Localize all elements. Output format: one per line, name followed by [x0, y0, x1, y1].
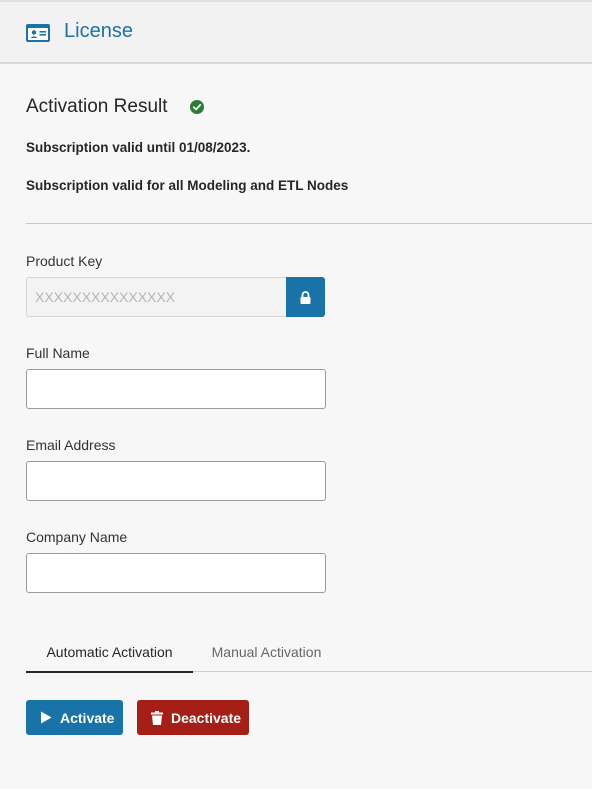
tab-manual-activation[interactable]: Manual Activation: [194, 637, 339, 671]
full-name-label: Full Name: [26, 345, 90, 361]
deactivate-button[interactable]: Deactivate: [137, 700, 249, 735]
tab-automatic-activation[interactable]: Automatic Activation: [26, 637, 193, 673]
deactivate-button-label: Deactivate: [171, 709, 242, 726]
activation-result-title: Activation Result: [26, 96, 168, 117]
trash-icon: [151, 710, 163, 725]
activate-button[interactable]: Activate: [26, 700, 123, 735]
subscription-valid-until-text: Subscription valid until 01/08/2023.: [26, 140, 251, 155]
activation-tabs: Automatic Activation Manual Activation: [26, 637, 592, 673]
page-title: License: [64, 20, 133, 42]
full-name-input[interactable]: [26, 369, 326, 409]
id-card-icon: [26, 24, 50, 42]
section-divider: [26, 223, 592, 224]
email-input[interactable]: [26, 461, 326, 501]
check-circle-icon: [190, 100, 204, 114]
email-label: Email Address: [26, 437, 116, 453]
company-name-input[interactable]: [26, 553, 326, 593]
activate-button-label: Activate: [60, 709, 115, 726]
product-key-input[interactable]: [26, 277, 287, 317]
subscription-scope-text: Subscription valid for all Modeling and …: [26, 178, 349, 193]
play-icon: [41, 711, 52, 724]
lock-icon: [300, 290, 311, 304]
page-header: License: [0, 0, 592, 64]
lock-button[interactable]: [286, 277, 325, 317]
product-key-label: Product Key: [26, 253, 103, 269]
company-name-label: Company Name: [26, 529, 128, 545]
